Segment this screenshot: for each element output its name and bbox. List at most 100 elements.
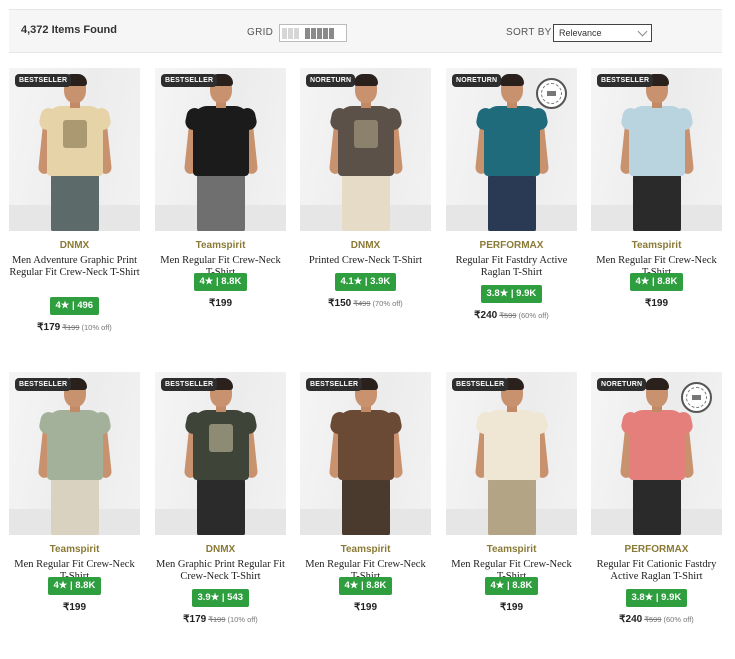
product-price: ₹240 ₹599 (60% off) xyxy=(591,614,722,625)
product-name[interactable]: Printed Crew-Neck T-Shirt xyxy=(300,255,431,267)
product-price: ₹150 ₹499 (70% off) xyxy=(300,298,431,309)
grid-view-toggle[interactable] xyxy=(279,24,347,42)
sort-by-label: SORT BY xyxy=(506,27,552,38)
mrp-price: ₹599 xyxy=(644,615,662,624)
sort-selected-value: Relevance xyxy=(559,28,602,38)
product-tag-badge: NORETURN xyxy=(597,378,647,391)
chevron-down-icon xyxy=(637,26,648,37)
product-name[interactable]: Men Adventure Graphic Print Regular Fit … xyxy=(9,255,140,279)
rating-badge: 4★ | 8.8K xyxy=(629,273,684,291)
selling-price: ₹199 xyxy=(208,298,233,309)
selling-price: ₹240 xyxy=(619,614,643,625)
rating-badge: 4★ | 8.8K xyxy=(47,577,102,595)
product-tag-badge: BESTSELLER xyxy=(161,74,218,87)
rating-badge: 4.1★ | 3.9K xyxy=(334,273,397,291)
product-card[interactable]: BESTSELLER Teamspirit Men Regular Fit Cr… xyxy=(300,372,431,650)
product-image[interactable]: BESTSELLER xyxy=(591,68,722,231)
model-figure xyxy=(328,74,404,231)
rating-badge: 4★ | 8.8K xyxy=(338,577,393,595)
model-figure xyxy=(619,74,695,231)
product-tag-badge: BESTSELLER xyxy=(306,378,363,391)
mrp-price: ₹199 xyxy=(208,615,226,624)
product-brand: Teamspirit xyxy=(486,544,537,555)
product-price: ₹240 ₹599 (60% off) xyxy=(446,310,577,321)
product-brand: Teamspirit xyxy=(340,544,391,555)
discount-percent: (10% off) xyxy=(227,615,258,624)
product-brand: DNMX xyxy=(59,240,90,251)
product-card[interactable]: BESTSELLER DNMX Men Adventure Graphic Pr… xyxy=(9,68,140,346)
rating-badge: 3.8★ | 9.9K xyxy=(480,285,543,303)
product-price: ₹179 ₹199 (10% off) xyxy=(155,614,286,625)
product-image[interactable]: BESTSELLER xyxy=(300,372,431,535)
model-figure xyxy=(37,378,113,535)
seal-icon xyxy=(681,382,712,413)
product-brand: Teamspirit xyxy=(195,240,246,251)
product-price: ₹199 xyxy=(591,298,722,309)
sort-by-select[interactable]: Relevance xyxy=(553,24,652,42)
product-price: ₹199 xyxy=(446,602,577,613)
product-image[interactable]: NORETURN xyxy=(591,372,722,535)
selling-price: ₹199 xyxy=(499,602,524,613)
product-name[interactable]: Regular Fit Fastdry Active Raglan T-Shir… xyxy=(446,255,577,279)
product-tag-badge: BESTSELLER xyxy=(452,378,509,391)
results-toolbar: 4,372 Items Found GRID SORT BY Relevance xyxy=(9,9,722,53)
product-image[interactable]: BESTSELLER xyxy=(446,372,577,535)
model-figure xyxy=(328,378,404,535)
selling-price: ₹199 xyxy=(62,602,87,613)
seal-icon xyxy=(536,78,567,109)
product-card[interactable]: BESTSELLER Teamspirit Men Regular Fit Cr… xyxy=(591,68,722,346)
product-image[interactable]: BESTSELLER xyxy=(155,68,286,231)
grid-label: GRID xyxy=(247,27,274,38)
product-brand: PERFORMAX xyxy=(479,240,544,251)
discount-percent: (10% off) xyxy=(81,323,112,332)
product-image[interactable]: BESTSELLER xyxy=(9,68,140,231)
product-tag-badge: BESTSELLER xyxy=(15,74,72,87)
product-price: ₹199 xyxy=(155,298,286,309)
product-card[interactable]: BESTSELLER Teamspirit Men Regular Fit Cr… xyxy=(155,68,286,346)
product-brand: DNMX xyxy=(350,240,381,251)
product-card[interactable]: NORETURN PERFORMAX Regular Fit Fastdry A… xyxy=(446,68,577,346)
product-tag-badge: NORETURN xyxy=(306,74,356,87)
product-name[interactable]: Regular Fit Cationic Fastdry Active Ragl… xyxy=(591,559,722,583)
model-figure xyxy=(619,378,695,535)
discount-percent: (60% off) xyxy=(518,311,549,320)
rating-badge: 3.9★ | 543 xyxy=(191,589,250,607)
mrp-price: ₹499 xyxy=(353,299,371,308)
discount-percent: (70% off) xyxy=(372,299,403,308)
product-name[interactable]: Men Graphic Print Regular Fit Crew-Neck … xyxy=(155,559,286,583)
product-brand: Teamspirit xyxy=(49,544,100,555)
product-tag-badge: NORETURN xyxy=(452,74,502,87)
discount-percent: (60% off) xyxy=(663,615,694,624)
product-tag-badge: BESTSELLER xyxy=(161,378,218,391)
rating-badge: 3.8★ | 9.9K xyxy=(625,589,688,607)
product-brand: DNMX xyxy=(205,544,236,555)
product-card[interactable]: BESTSELLER Teamspirit Men Regular Fit Cr… xyxy=(446,372,577,650)
product-card[interactable]: BESTSELLER DNMX Men Graphic Print Regula… xyxy=(155,372,286,650)
rating-badge: 4★ | 8.8K xyxy=(193,273,248,291)
selling-price: ₹179 xyxy=(183,614,207,625)
product-image[interactable]: NORETURN xyxy=(300,68,431,231)
product-image[interactable]: BESTSELLER xyxy=(9,372,140,535)
items-found-count: 4,372 Items Found xyxy=(21,24,117,36)
model-figure xyxy=(474,378,550,535)
product-price: ₹199 xyxy=(9,602,140,613)
rating-badge: 4★ | 8.8K xyxy=(484,577,539,595)
product-card[interactable]: NORETURN PERFORMAX Regular Fit Cationic … xyxy=(591,372,722,650)
product-image[interactable]: BESTSELLER xyxy=(155,372,286,535)
grid-5-column-icon[interactable] xyxy=(305,27,335,39)
grid-3-column-icon[interactable] xyxy=(282,27,300,39)
model-figure xyxy=(37,74,113,231)
selling-price: ₹150 xyxy=(328,298,352,309)
product-brand: Teamspirit xyxy=(631,240,682,251)
product-image[interactable]: NORETURN xyxy=(446,68,577,231)
mrp-price: ₹599 xyxy=(499,311,517,320)
product-price: ₹179 ₹199 (10% off) xyxy=(9,322,140,333)
model-figure xyxy=(474,74,550,231)
product-card[interactable]: BESTSELLER Teamspirit Men Regular Fit Cr… xyxy=(9,372,140,650)
rating-badge: 4★ | 496 xyxy=(49,297,100,315)
product-tag-badge: BESTSELLER xyxy=(597,74,654,87)
product-price: ₹199 xyxy=(300,602,431,613)
product-card[interactable]: NORETURN DNMX Printed Crew-Neck T-Shirt … xyxy=(300,68,431,346)
selling-price: ₹199 xyxy=(644,298,669,309)
product-tag-badge: BESTSELLER xyxy=(15,378,72,391)
